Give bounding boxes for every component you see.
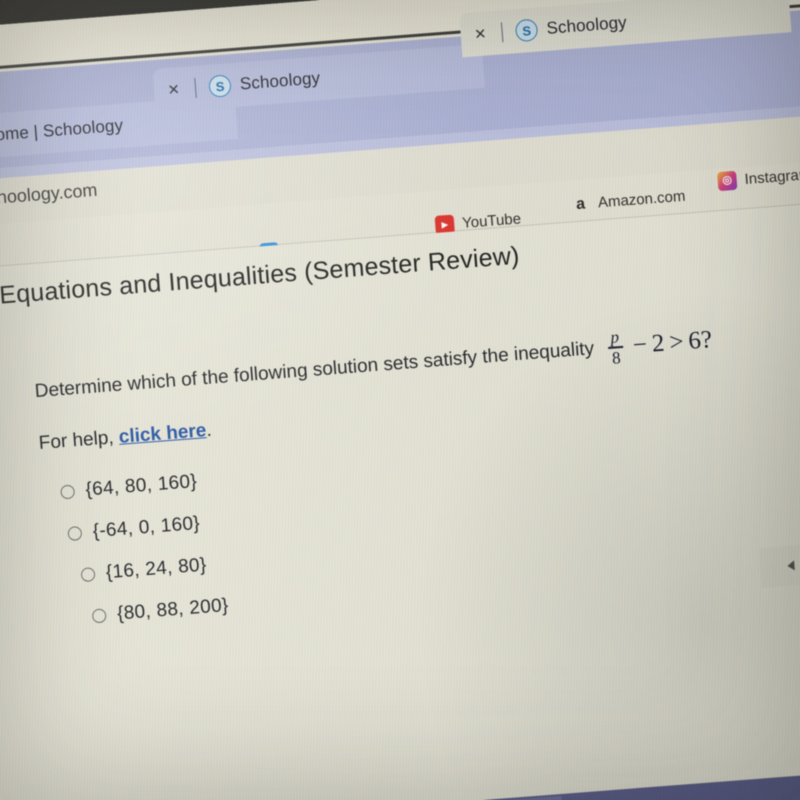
- answer-choice-label: {-64, 0, 160}: [91, 512, 201, 543]
- schoology-icon: S: [514, 18, 539, 43]
- tab-divider: [501, 22, 504, 43]
- fraction-denominator: 8: [611, 348, 622, 368]
- radio-button-icon[interactable]: [60, 484, 76, 500]
- answer-choice-label: {64, 80, 160}: [84, 471, 198, 501]
- tab-close-icon[interactable]: ×: [167, 79, 180, 101]
- chevron-left-icon: [786, 560, 795, 571]
- equation-value: 6?: [687, 326, 714, 355]
- equation-comparator: >: [668, 328, 685, 357]
- screenshot-root: Search the web... × S Home | Schoology ×…: [0, 0, 800, 800]
- answer-choice-list: {64, 80, 160} {-64, 0, 160} {16, 24, 80}…: [59, 439, 491, 639]
- collapse-left-arrow-button[interactable]: [758, 543, 800, 588]
- amazon-icon: a: [575, 194, 586, 213]
- help-prefix: For help,: [38, 427, 115, 454]
- tab-title: Schoology: [239, 68, 321, 94]
- tab-title: Home | Schoology: [0, 115, 124, 146]
- schoology-icon: S: [208, 74, 232, 98]
- instagram-icon: ◎: [717, 170, 738, 192]
- answer-choice-label: {80, 88, 200}: [116, 594, 230, 625]
- fraction-numerator: p: [609, 327, 620, 347]
- radio-button-icon[interactable]: [67, 526, 83, 542]
- tab-close-icon[interactable]: ×: [474, 23, 487, 45]
- tab-title: Schoology: [545, 12, 628, 38]
- equation-operand: 2: [650, 329, 666, 358]
- fraction-p-over-8: p 8: [607, 327, 625, 368]
- monitor-screen-plane: Search the web... × S Home | Schoology ×…: [0, 0, 800, 800]
- answer-choice-label: {16, 24, 80}: [105, 554, 208, 584]
- bookmark-label: Instagram: [744, 165, 800, 189]
- equation-operator: −: [631, 331, 648, 360]
- tab-divider: [194, 77, 197, 98]
- radio-button-icon[interactable]: [91, 608, 107, 624]
- radio-button-icon[interactable]: [80, 567, 96, 583]
